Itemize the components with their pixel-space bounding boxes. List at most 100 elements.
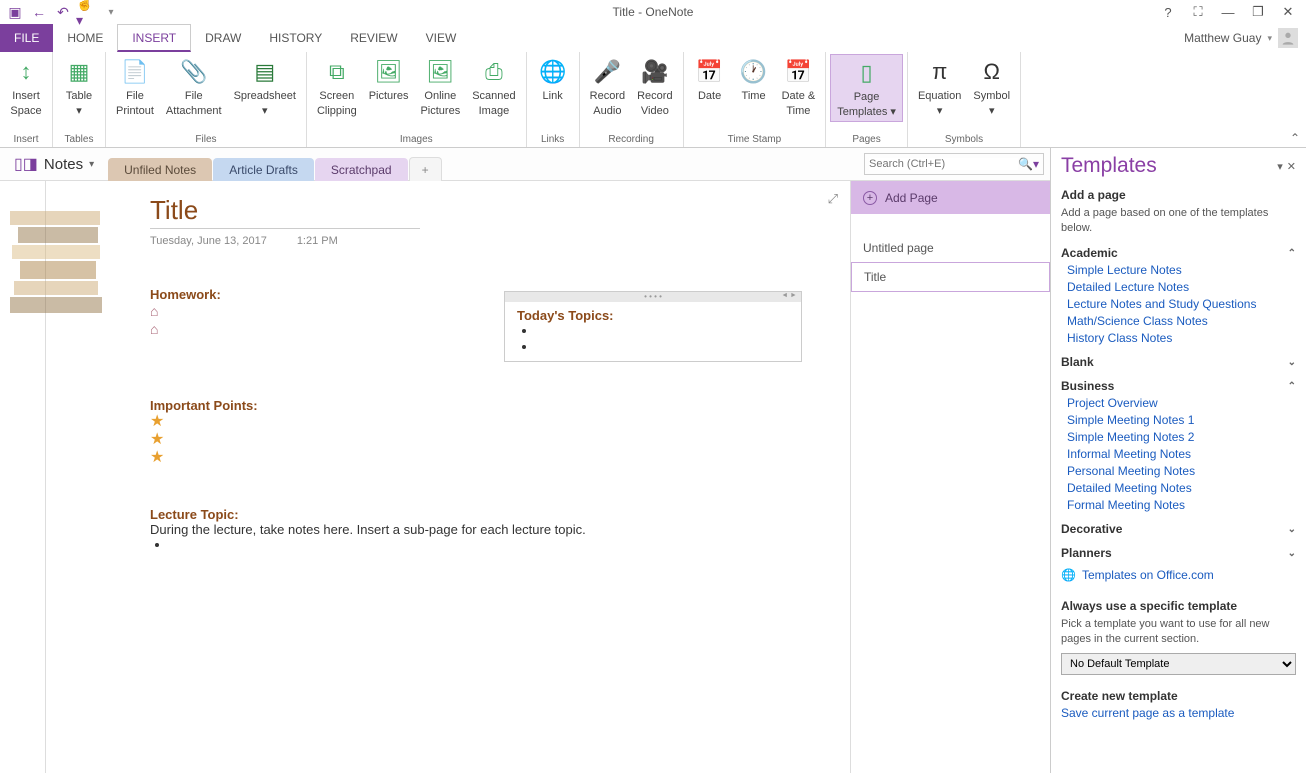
screen-clipping-button-icon: ⧉ (321, 56, 353, 88)
lecture-bullet[interactable] (170, 537, 850, 553)
pane-close-button[interactable]: ✕ (1287, 160, 1296, 173)
scanned-image-button[interactable]: ⎙ScannedImage (466, 54, 521, 120)
page-list-item[interactable]: Untitled page (851, 234, 1050, 262)
table-button[interactable]: ▦Table▾ (57, 54, 101, 120)
add-section-button[interactable]: + (409, 157, 442, 182)
pane-options-button[interactable]: ▾ (1277, 160, 1283, 173)
page-title[interactable]: Title (150, 195, 420, 229)
star-icon[interactable]: ★ (150, 431, 850, 449)
notebook-name: Notes (44, 156, 83, 173)
record-video-button[interactable]: 🎥RecordVideo (631, 54, 678, 120)
template-link[interactable]: Simple Meeting Notes 1 (1067, 413, 1296, 427)
symbol-button[interactable]: ΩSymbol▾ (967, 54, 1016, 120)
section-tab-unfiled-notes[interactable]: Unfiled Notes (108, 158, 212, 182)
help-button[interactable]: ? (1156, 1, 1180, 23)
qat-customize-button[interactable]: ▾ (100, 1, 122, 23)
lecture-heading[interactable]: Lecture Topic: (150, 507, 850, 522)
search-input[interactable] (869, 158, 1018, 170)
template-link[interactable]: Formal Meeting Notes (1067, 498, 1296, 512)
important-heading[interactable]: Important Points: (150, 398, 850, 413)
template-link[interactable]: Project Overview (1067, 396, 1296, 410)
record-audio-button[interactable]: 🎤RecordAudio (584, 54, 631, 120)
template-link[interactable]: Simple Lecture Notes (1067, 263, 1296, 277)
search-box[interactable]: 🔍▾ (864, 153, 1044, 175)
template-category-planners[interactable]: Planners⌄ (1061, 546, 1296, 560)
add-page-button[interactable]: + Add Page (851, 181, 1050, 214)
page-canvas[interactable]: ⤢ Title Tuesday, June 13, 2017 1:21 PM H… (0, 181, 850, 773)
time-button[interactable]: 🕐Time (732, 54, 776, 105)
pictures-button[interactable]: 🖼Pictures (363, 54, 415, 105)
avatar[interactable] (1278, 28, 1298, 48)
minimize-button[interactable]: — (1216, 1, 1240, 23)
group-label: Pages (830, 132, 903, 147)
collapse-ribbon-button[interactable]: ⌃ (1290, 131, 1300, 145)
record-audio-button-icon: 🎤 (591, 56, 623, 88)
save-template-link[interactable]: Save current page as a template (1061, 706, 1296, 720)
template-category-decorative[interactable]: Decorative⌄ (1061, 522, 1296, 536)
group-label: Links (531, 132, 575, 147)
template-link[interactable]: Simple Meeting Notes 2 (1067, 430, 1296, 444)
user-name[interactable]: Matthew Guay (1184, 31, 1261, 45)
template-link[interactable]: Math/Science Class Notes (1067, 314, 1296, 328)
template-link[interactable]: Lecture Notes and Study Questions (1067, 297, 1296, 311)
date-button[interactable]: 📅Date (688, 54, 732, 105)
screen-clipping-button[interactable]: ⧉ScreenClipping (311, 54, 363, 120)
star-icon[interactable]: ★ (150, 413, 850, 431)
section-tab-article-drafts[interactable]: Article Drafts (213, 158, 314, 182)
menu-tab-history[interactable]: HISTORY (255, 24, 336, 52)
templates-office-link[interactable]: 🌐 Templates on Office.com (1061, 568, 1296, 582)
template-link[interactable]: Detailed Meeting Notes (1067, 481, 1296, 495)
template-category-academic[interactable]: Academic⌃ (1061, 246, 1296, 260)
page-templates-button[interactable]: ▯PageTemplates ▾ (830, 54, 903, 122)
expand-page-icon[interactable]: ⤢ (828, 191, 838, 207)
page-templates-button-icon: ▯ (851, 57, 883, 89)
lecture-body[interactable]: During the lecture, take notes here. Ins… (150, 522, 850, 537)
file-attachment-button[interactable]: 📎FileAttachment (160, 54, 228, 120)
menu-tab-insert[interactable]: INSERT (117, 24, 191, 52)
menu-tab-view[interactable]: VIEW (412, 24, 471, 52)
page-list: + Add Page Untitled pageTitle (850, 181, 1050, 773)
onenote-icon[interactable]: ▣ (4, 1, 26, 23)
full-page-view-button[interactable]: ⛶ (1186, 1, 1210, 23)
template-link[interactable]: Detailed Lecture Notes (1067, 280, 1296, 294)
topics-container[interactable]: • • • • Today's Topics: (504, 291, 802, 362)
record-video-button-icon: 🎥 (639, 56, 671, 88)
template-category-blank[interactable]: Blank⌄ (1061, 355, 1296, 369)
container-handle[interactable]: • • • • (505, 292, 801, 302)
menu-tab-review[interactable]: REVIEW (336, 24, 411, 52)
template-link[interactable]: Personal Meeting Notes (1067, 464, 1296, 478)
page-list-item[interactable]: Title (851, 262, 1050, 292)
template-link[interactable]: Informal Meeting Notes (1067, 447, 1296, 461)
back-button[interactable]: ← (28, 1, 50, 23)
link-button-icon: 🌐 (537, 56, 569, 88)
topic-bullet[interactable] (537, 339, 789, 355)
file-tab[interactable]: FILE (0, 24, 53, 52)
touch-mode-button[interactable]: ☝▾ (76, 1, 98, 23)
close-button[interactable]: ✕ (1276, 1, 1300, 23)
page-time: 1:21 PM (297, 235, 338, 247)
user-dropdown-icon[interactable]: ▾ (1267, 33, 1272, 44)
section-tab-scratchpad[interactable]: Scratchpad (315, 158, 408, 182)
date-time-button[interactable]: 📅Date &Time (776, 54, 822, 120)
topics-heading[interactable]: Today's Topics: (517, 308, 789, 323)
search-icon[interactable]: 🔍▾ (1018, 157, 1039, 171)
menu-tab-draw[interactable]: DRAW (191, 24, 255, 52)
topic-bullet[interactable] (537, 323, 789, 339)
template-category-business[interactable]: Business⌃ (1061, 379, 1296, 393)
spreadsheet-button[interactable]: ▤Spreadsheet▾ (228, 54, 302, 120)
equation-button[interactable]: πEquation▾ (912, 54, 967, 120)
file-printout-button-icon: 📄 (119, 56, 151, 88)
star-icon[interactable]: ★ (150, 449, 850, 467)
default-template-select[interactable]: No Default Template (1061, 653, 1296, 675)
file-printout-button[interactable]: 📄FilePrintout (110, 54, 160, 120)
notebook-dropdown[interactable]: ▯◨ Notes ▾ (6, 154, 102, 174)
maximize-button[interactable]: ❐ (1246, 1, 1270, 23)
undo-button[interactable]: ↶ (52, 1, 74, 23)
globe-icon: 🌐 (1061, 568, 1076, 582)
group-label: Insert (4, 132, 48, 147)
online-pictures-button[interactable]: 🖼OnlinePictures (414, 54, 466, 120)
group-label: Recording (584, 132, 679, 147)
insert-space-button[interactable]: ↕InsertSpace (4, 54, 48, 120)
link-button[interactable]: 🌐Link (531, 54, 575, 105)
template-link[interactable]: History Class Notes (1067, 331, 1296, 345)
